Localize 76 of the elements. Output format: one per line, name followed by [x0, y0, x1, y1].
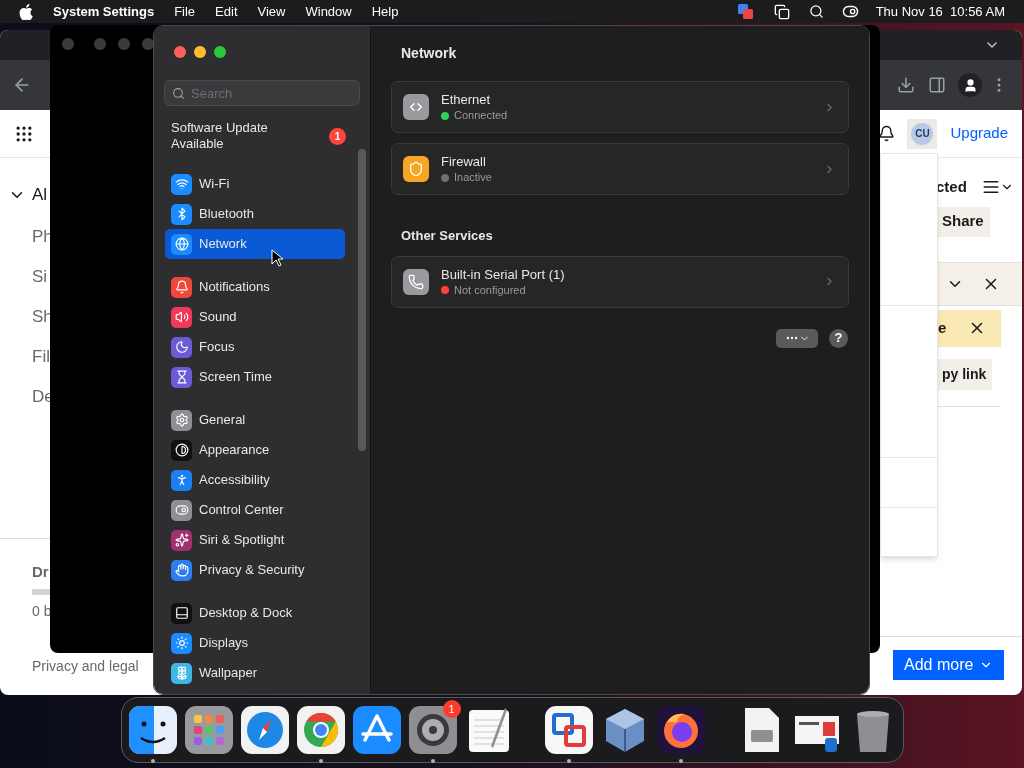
notification-badge: 1 [442, 700, 461, 718]
phone-icon [403, 268, 429, 295]
list-heading: cted [936, 177, 967, 197]
search-icon [172, 87, 185, 100]
menu-item[interactable]: View [257, 1, 286, 22]
share-button[interactable]: Share [936, 206, 990, 237]
scrollbar[interactable] [358, 149, 366, 451]
service-status: Inactive [454, 170, 492, 185]
sidebar-item[interactable]: Wi-Fi [165, 169, 345, 199]
sidebar-item[interactable]: Privacy & Security [165, 555, 345, 585]
flame-globe-icon[interactable] [656, 706, 705, 754]
help-button[interactable]: ? [829, 328, 848, 348]
nav-heading[interactable]: Al [32, 182, 48, 208]
minimize-button[interactable] [194, 46, 206, 58]
sidebar-item[interactable]: Wallpaper [165, 658, 345, 688]
bell-icon[interactable] [878, 125, 896, 142]
sidebar-item[interactable]: Network [165, 229, 345, 259]
side-panel-icon[interactable] [928, 76, 946, 94]
sidebar-item[interactable]: Siri & Spotlight [165, 525, 345, 555]
service-row[interactable]: Built-in Serial Port (1) Not configured [391, 255, 849, 308]
gear-icon[interactable] [408, 706, 457, 754]
sidebar-item[interactable]: Bluetooth [165, 199, 345, 229]
menu-item[interactable]: Edit [215, 1, 238, 22]
overlapping-squares-icon[interactable] [736, 3, 754, 20]
sidebar-item[interactable]: Displays [165, 628, 345, 658]
zoom-button[interactable] [214, 46, 226, 58]
sidebar-item[interactable]: Control Center [165, 495, 345, 525]
linked-squares-icon[interactable] [544, 706, 593, 754]
notification-badge: 1 [329, 127, 346, 145]
sidebar-item[interactable]: Desktop & Dock [165, 598, 345, 628]
service-status: Connected [454, 108, 508, 123]
close-button[interactable] [174, 46, 186, 58]
app-menu[interactable]: System Settings [53, 1, 155, 22]
sidebar-item[interactable]: Appearance [165, 435, 345, 465]
app-grid-icon[interactable] [184, 706, 233, 754]
service-name: Ethernet [441, 91, 492, 108]
windows-icon[interactable] [773, 3, 790, 20]
sidebar-item[interactable]: Sound [165, 302, 345, 332]
service-row[interactable]: Firewall Inactive [391, 143, 849, 195]
service-row[interactable]: Ethernet Connected [391, 81, 849, 133]
arrows-icon [403, 94, 429, 120]
upgrade-link[interactable]: Upgrade [950, 122, 1008, 145]
compass-icon[interactable] [240, 706, 289, 754]
menu-item[interactable]: Window [305, 1, 352, 22]
menu-clock[interactable]: Thu Nov 16 10:56 AM [875, 1, 1005, 22]
sidebar-item[interactable]: General [165, 405, 345, 435]
shield-icon [403, 156, 429, 182]
apple-icon[interactable] [19, 3, 33, 20]
notice-text: e [938, 317, 947, 338]
pointer-icon [271, 249, 283, 267]
search-icon[interactable] [808, 4, 824, 19]
toggles-icon[interactable] [841, 3, 859, 20]
sidebar-item[interactable]: Notifications [165, 272, 345, 302]
download-icon[interactable] [897, 76, 915, 94]
service-name: Firewall [441, 153, 487, 170]
ring-logo-icon[interactable] [296, 706, 345, 754]
profile-button[interactable] [958, 73, 982, 97]
person-icon [962, 77, 978, 93]
sidebar-item[interactable]: Screen Time [165, 362, 345, 392]
section-heading: Other Services [401, 227, 494, 245]
service-status: Not configured [454, 282, 526, 298]
smiling-face-icon[interactable] [128, 706, 177, 754]
update-notice[interactable]: Software Update Available [171, 120, 291, 152]
menu-item[interactable]: File [174, 1, 196, 22]
action-menu-button[interactable] [776, 328, 818, 348]
sidebar-item[interactable]: Accessibility [165, 465, 345, 495]
storage-title: Dr [32, 561, 49, 582]
privacy-link[interactable]: Privacy and legal [32, 656, 139, 677]
copy-link-button[interactable]: py link [936, 358, 993, 390]
menu-item[interactable]: Help [371, 1, 399, 22]
add-more-button[interactable]: Add more [893, 650, 1005, 680]
nav-item[interactable]: Si [32, 265, 48, 288]
nav-item[interactable]: Fil [32, 345, 50, 368]
pane-title: Network [401, 44, 458, 63]
sidebar-item[interactable]: Focus [165, 332, 345, 362]
service-name: Built-in Serial Port (1) [441, 265, 565, 283]
